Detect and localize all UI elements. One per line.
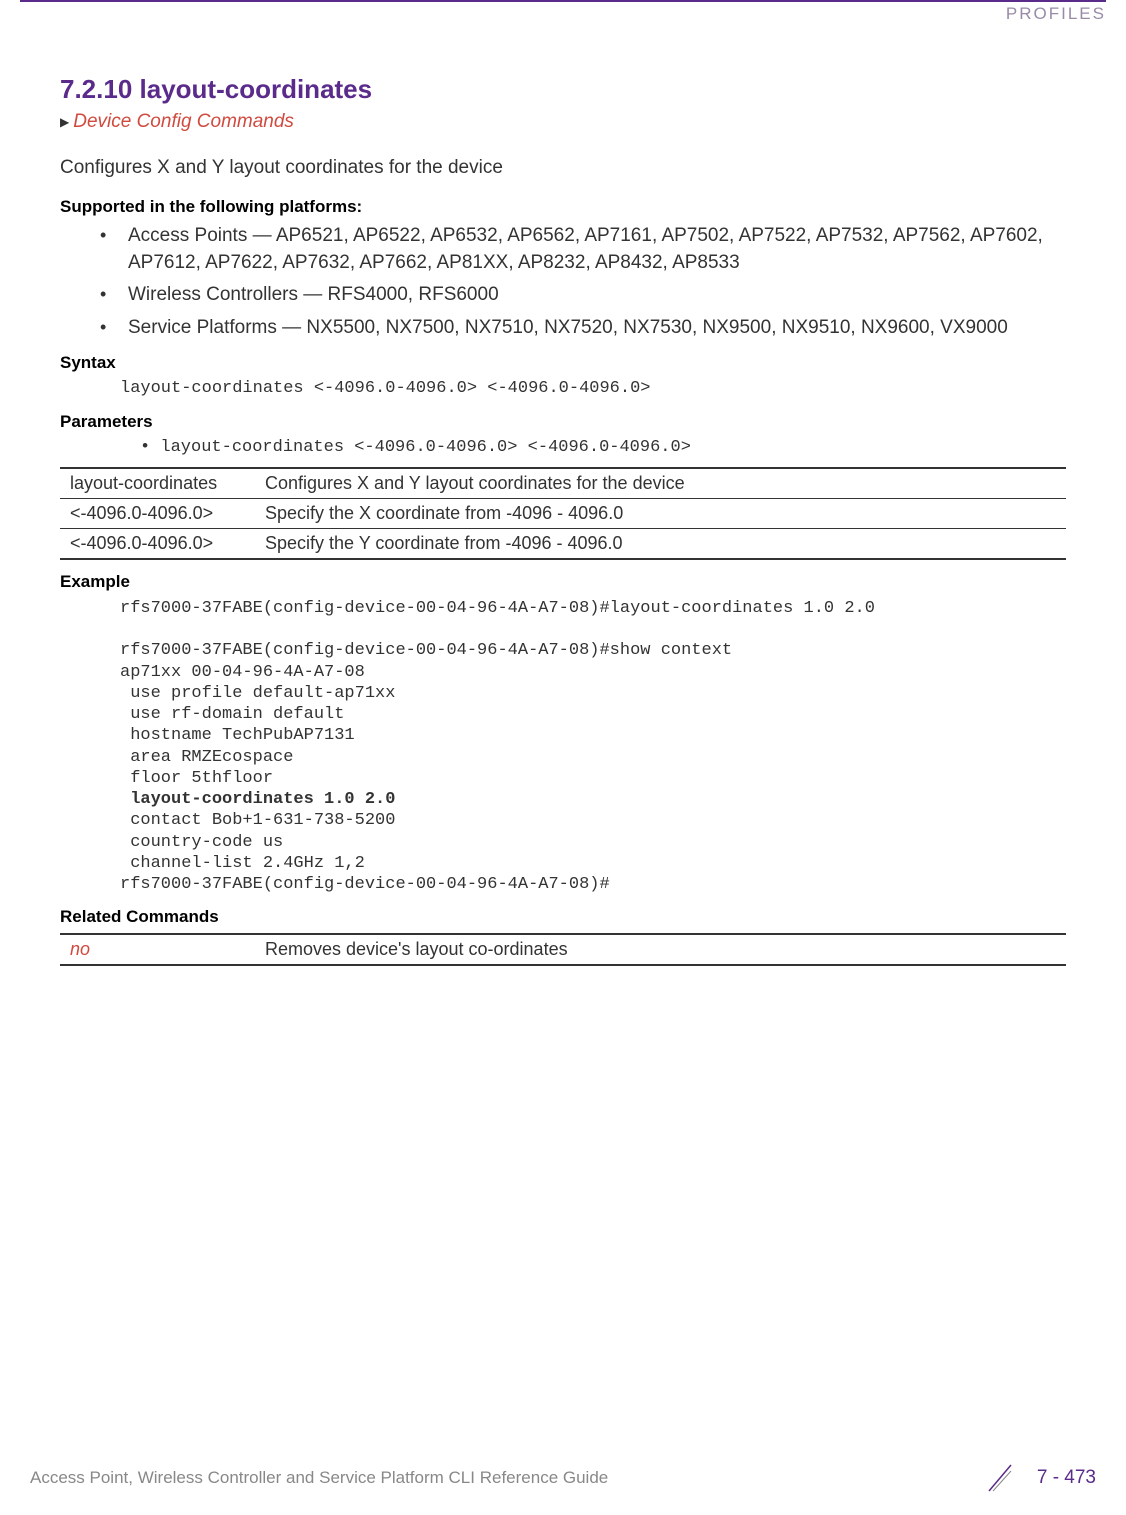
intro-text: Configures X and Y layout coordinates fo…	[60, 157, 1066, 179]
table-row: no Removes device's layout co-ordinates	[60, 934, 1066, 965]
table-row: <-4096.0-4096.0> Specify the X coordinat…	[60, 498, 1066, 528]
table-row: <-4096.0-4096.0> Specify the Y coordinat…	[60, 528, 1066, 559]
example-line: ap71xx 00-04-96-4A-A7-08	[120, 663, 365, 682]
example-block: rfs7000-37FABE(config-device-00-04-96-4A…	[60, 598, 1066, 896]
parameters-table: layout-coordinates Configures X and Y la…	[60, 467, 1066, 560]
page-number: 7 - 473	[1037, 1467, 1096, 1489]
parameters-bullet: • layout-coordinates <-4096.0-4096.0> <-…	[60, 438, 1066, 457]
param-desc: Specify the Y coordinate from -4096 - 40…	[255, 528, 1066, 559]
header-label: PROFILES	[1006, 4, 1106, 23]
list-item: Wireless Controllers — RFS4000, RFS6000	[100, 282, 1066, 309]
example-line: contact Bob+1-631-738-5200	[120, 811, 395, 830]
syntax-heading: Syntax	[60, 353, 1066, 373]
param-name: <-4096.0-4096.0>	[60, 528, 255, 559]
param-desc: Specify the X coordinate from -4096 - 40…	[255, 498, 1066, 528]
table-row: layout-coordinates Configures X and Y la…	[60, 468, 1066, 499]
example-line: hostname TechPubAP7131	[120, 726, 355, 745]
example-line: rfs7000-37FABE(config-device-00-04-96-4A…	[120, 641, 732, 660]
related-heading: Related Commands	[60, 907, 1066, 927]
parameters-heading: Parameters	[60, 412, 1066, 432]
example-line: channel-list 2.4GHz 1,2	[120, 854, 365, 873]
main-content: 7.2.10 layout-coordinates ▶ Device Confi…	[0, 24, 1126, 966]
footer-right: 7 - 473	[983, 1461, 1096, 1495]
slash-icon	[983, 1461, 1017, 1495]
breadcrumb: ▶ Device Config Commands	[60, 111, 1066, 133]
example-line: floor 5thfloor	[120, 769, 273, 788]
example-heading: Example	[60, 572, 1066, 592]
list-item: Access Points — AP6521, AP6522, AP6532, …	[100, 223, 1066, 276]
page-footer: Access Point, Wireless Controller and Se…	[0, 1461, 1126, 1495]
example-line-bold: layout-coordinates 1.0 2.0	[120, 790, 395, 809]
list-item: Service Platforms — NX5500, NX7500, NX75…	[100, 315, 1066, 342]
example-line: area RMZEcospace	[120, 748, 293, 767]
related-cmd[interactable]: no	[60, 934, 255, 965]
example-line: country-code us	[120, 833, 283, 852]
param-desc: Configures X and Y layout coordinates fo…	[255, 468, 1066, 499]
section-heading: 7.2.10 layout-coordinates	[60, 74, 1066, 105]
page-header: PROFILES	[20, 0, 1106, 24]
param-name: <-4096.0-4096.0>	[60, 498, 255, 528]
breadcrumb-text[interactable]: Device Config Commands	[73, 111, 294, 133]
example-line: use profile default-ap71xx	[120, 684, 395, 703]
platforms-list: Access Points — AP6521, AP6522, AP6532, …	[60, 223, 1066, 341]
example-line: rfs7000-37FABE(config-device-00-04-96-4A…	[120, 599, 875, 618]
platforms-heading: Supported in the following platforms:	[60, 197, 1066, 217]
footer-title: Access Point, Wireless Controller and Se…	[30, 1468, 608, 1488]
related-desc: Removes device's layout co-ordinates	[255, 934, 1066, 965]
example-line: rfs7000-37FABE(config-device-00-04-96-4A…	[120, 875, 610, 894]
param-name: layout-coordinates	[60, 468, 255, 499]
arrow-right-icon: ▶	[60, 115, 69, 129]
example-line: use rf-domain default	[120, 705, 344, 724]
related-table: no Removes device's layout co-ordinates	[60, 933, 1066, 966]
syntax-code: layout-coordinates <-4096.0-4096.0> <-40…	[60, 379, 1066, 399]
